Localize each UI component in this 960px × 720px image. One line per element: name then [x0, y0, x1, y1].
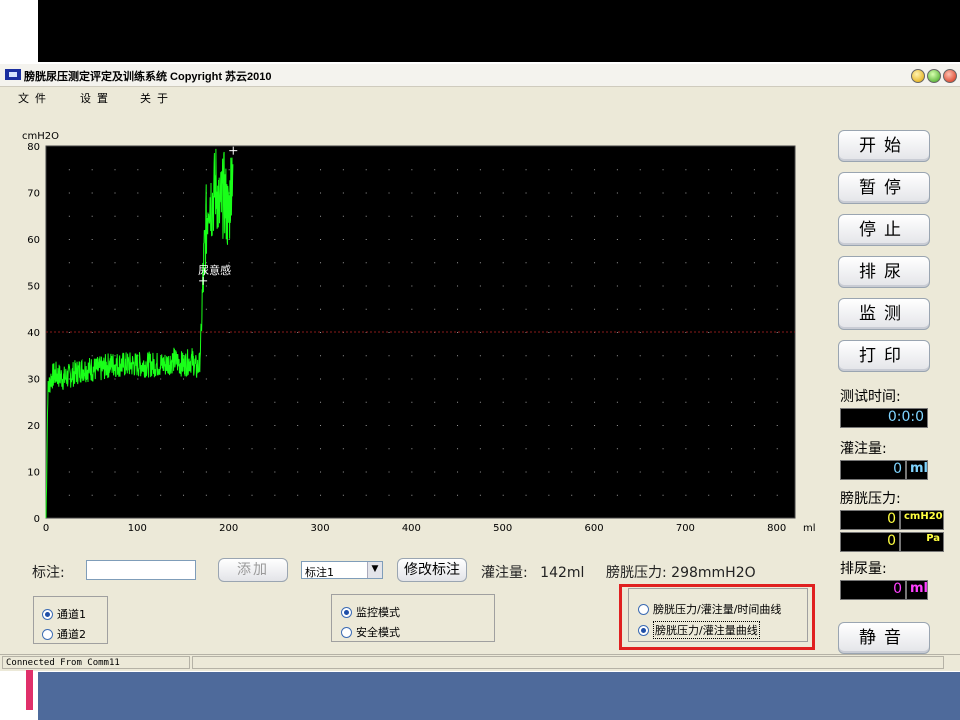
safe-mode-label: 安全模式: [356, 626, 400, 639]
x-tick-label: 500: [493, 523, 512, 534]
x-tick-label: 700: [676, 523, 695, 534]
x-tick-label: 300: [310, 523, 329, 534]
channel-1-option[interactable]: 通道1: [42, 606, 86, 622]
infusion-readout: 0: [840, 460, 906, 480]
infusion-unit: ml: [906, 460, 928, 480]
channel-2-label: 通道2: [57, 628, 86, 641]
annotation-select-value: 标注1: [305, 566, 334, 579]
minimize-button[interactable]: [911, 69, 925, 83]
urine-label: 排尿量:: [840, 561, 887, 577]
y-tick-label: 70: [27, 189, 40, 200]
x-tick-label: 600: [585, 523, 604, 534]
y-tick-label: 80: [27, 142, 40, 153]
infusion-summary: 灌注量: 142ml: [481, 565, 585, 581]
x-tick-label: 800: [767, 523, 786, 534]
pressure-label: 膀胱压力:: [840, 491, 901, 507]
menu-bar: 文件 设置 关于: [0, 87, 960, 105]
maximize-button[interactable]: [927, 69, 941, 83]
channel-1-label: 通道1: [57, 608, 86, 621]
mode-group: 监控模式 安全模式: [331, 594, 495, 642]
safe-mode-option[interactable]: 安全模式: [341, 624, 400, 640]
slide-top-bar: [38, 0, 960, 62]
menu-about[interactable]: 关于: [140, 90, 174, 106]
x-tick-label: 100: [128, 523, 147, 534]
y-tick-label: 60: [27, 235, 40, 246]
y-tick-label: 40: [27, 328, 40, 339]
app-window: 膀胱尿压测定评定及训练系统 Copyright 苏云2010 文件 设置 关于 …: [0, 64, 960, 671]
radio-icon[interactable]: [42, 608, 53, 620]
y-tick-label: 0: [34, 514, 40, 525]
highlight-box: [619, 584, 815, 650]
annotation-select[interactable]: 标注1 ▼: [301, 561, 383, 579]
pressure-pa-readout: 0: [840, 532, 900, 552]
y-tick-label: 10: [27, 468, 40, 479]
x-tick-label: 0: [43, 523, 49, 534]
menu-file[interactable]: 文件: [18, 90, 52, 106]
x-tick-label: 400: [402, 523, 421, 534]
channel-group: 通道1 通道2: [33, 596, 108, 644]
title-bar: 膀胱尿压测定评定及训练系统 Copyright 苏云2010: [0, 64, 960, 87]
test-time-label: 测试时间:: [840, 389, 901, 405]
status-bar: Connected From Comm11: [0, 654, 960, 671]
close-button[interactable]: [943, 69, 957, 83]
radio-icon[interactable]: [341, 606, 352, 618]
pressure-cmh2o-readout: 0: [840, 510, 900, 530]
infusion-label: 灌注量:: [840, 441, 887, 457]
x-tick-label: 200: [219, 523, 238, 534]
urinate-button[interactable]: 排尿: [838, 256, 930, 288]
chevron-down-icon[interactable]: ▼: [367, 562, 382, 578]
add-annotation-button[interactable]: 添加: [218, 558, 288, 582]
annotation-input[interactable]: [86, 560, 196, 580]
radio-icon[interactable]: [42, 628, 53, 640]
pressure-pa-unit: Pa: [900, 532, 944, 552]
y-tick-label: 30: [27, 375, 40, 386]
slide-bottom-bar: [38, 672, 960, 720]
pressure-cmh2o-unit: cmH20: [900, 510, 944, 530]
y-tick-label: 50: [27, 282, 40, 293]
modify-annotation-button[interactable]: 修改标注: [397, 558, 467, 582]
channel-2-option[interactable]: 通道2: [42, 626, 86, 642]
urine-unit: ml: [906, 580, 928, 600]
monitor-button[interactable]: 监测: [838, 298, 930, 330]
x-axis-label: ml: [803, 523, 816, 534]
annotation-label: 标注:: [32, 565, 65, 581]
start-button[interactable]: 开始: [838, 130, 930, 162]
pressure-summary: 膀胱压力: 298mmH2O: [606, 565, 756, 581]
y-axis-label: cmH2O: [22, 131, 59, 142]
print-button[interactable]: 打印: [838, 340, 930, 372]
test-time-readout: 0:0:0: [840, 408, 928, 428]
mute-button[interactable]: 静音: [838, 622, 930, 654]
status-connection: Connected From Comm11: [2, 656, 190, 669]
stop-button[interactable]: 停止: [838, 214, 930, 246]
radio-icon[interactable]: [341, 626, 352, 638]
slide-pink-mark: [26, 670, 33, 710]
monitor-mode-label: 监控模式: [356, 606, 400, 619]
status-cell-2: [192, 656, 944, 669]
pause-button[interactable]: 暂停: [838, 172, 930, 204]
window-title: 膀胱尿压测定评定及训练系统 Copyright 苏云2010: [24, 71, 272, 83]
y-tick-label: 20: [27, 421, 40, 432]
menu-settings[interactable]: 设置: [80, 90, 114, 106]
marker-label: 尿意感: [198, 263, 231, 277]
monitor-mode-option[interactable]: 监控模式: [341, 604, 400, 620]
urine-readout: 0: [840, 580, 906, 600]
app-logo-icon: [5, 69, 21, 80]
client-area: 0 10 20 30 40 50 60 70 80 0 100 200 300 400 500 600 700 8…: [0, 106, 960, 654]
pressure-chart: 010203040506070800 100 200 300 400 500 600 700 8…: [22, 131, 816, 534]
